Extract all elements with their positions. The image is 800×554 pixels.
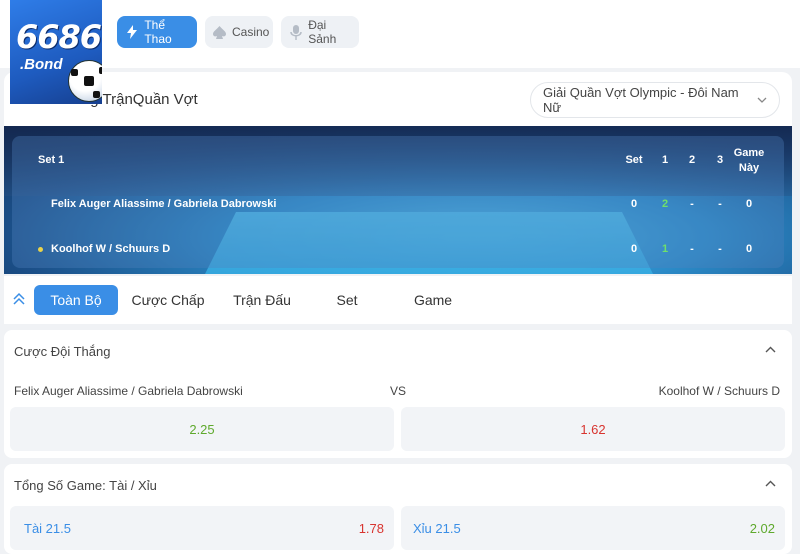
nav-label: Casino bbox=[232, 25, 270, 39]
sets-won: 0 bbox=[630, 198, 638, 210]
chevron-up-icon[interactable] bbox=[765, 344, 776, 356]
column-current-game: Game Này bbox=[733, 147, 765, 174]
column-set-2: 2 bbox=[688, 154, 696, 166]
serving-indicator-icon bbox=[38, 247, 43, 252]
logo-subtext: .Bond bbox=[20, 56, 63, 73]
tab-handicap[interactable]: Cược Chấp bbox=[128, 285, 208, 315]
market-title: Tổng Số Game: Tài / Xỉu bbox=[14, 478, 157, 493]
away-team-name: Koolhof W / Schuurs D bbox=[658, 384, 780, 398]
set-label: Set 1 bbox=[38, 154, 65, 166]
set-1-score: 1 bbox=[661, 243, 669, 255]
spade-icon bbox=[213, 24, 226, 40]
nav-casino-button[interactable]: Casino bbox=[205, 16, 273, 48]
team-name: Koolhof W / Schuurs D bbox=[51, 243, 171, 255]
odds-value: 2.02 bbox=[749, 520, 775, 536]
scoreboard-banner: Set 1 Set 1 2 3 Game Này Felix Auger Ali… bbox=[4, 126, 792, 274]
versus-label: VS bbox=[390, 384, 407, 398]
set-2-score: - bbox=[690, 243, 694, 255]
soccer-ball-icon bbox=[68, 60, 102, 102]
brand-logo[interactable]: 6686 .Bond bbox=[10, 0, 102, 104]
tab-game[interactable]: Game bbox=[404, 285, 462, 315]
odds-value: 1.62 bbox=[580, 421, 606, 437]
set-1-score: 2 bbox=[661, 198, 669, 210]
collapse-up-icon[interactable] bbox=[12, 292, 26, 306]
over-odds-button[interactable]: Tài 21.5 1.78 bbox=[10, 506, 394, 550]
scoreboard-row: Felix Auger Aliassime / Gabriela Dabrows… bbox=[12, 194, 784, 214]
column-set: Set bbox=[625, 154, 643, 166]
odds-value: 2.25 bbox=[189, 421, 215, 437]
set-3-score: - bbox=[718, 243, 722, 255]
set-3-score: - bbox=[718, 198, 722, 210]
set-2-score: - bbox=[690, 198, 694, 210]
logo-text: 6686 bbox=[16, 18, 102, 56]
chevron-up-icon[interactable] bbox=[765, 478, 776, 490]
home-team-name: Felix Auger Aliassime / Gabriela Dabrows… bbox=[14, 384, 243, 398]
tab-all[interactable]: Toàn Bộ bbox=[34, 285, 118, 315]
scoreboard-row: Koolhof W / Schuurs D 0 1 - - 0 bbox=[12, 239, 784, 259]
scoreboard-header-row: Set 1 Set 1 2 3 Game Này bbox=[12, 147, 784, 174]
over-label: Tài 21.5 bbox=[24, 520, 71, 536]
chevron-down-icon bbox=[757, 95, 767, 106]
microphone-icon bbox=[289, 24, 302, 40]
column-set-3: 3 bbox=[716, 154, 724, 166]
home-odds-button[interactable]: 2.25 bbox=[10, 407, 394, 451]
odds-value: 1.78 bbox=[358, 520, 384, 536]
nav-label: Thể Thao bbox=[144, 18, 172, 46]
match-header: Trong TrậnQuần Vợt Giải Quần Vợt Olympic… bbox=[4, 72, 792, 128]
nav-label: Đại Sảnh bbox=[308, 18, 337, 46]
nav-sports-button[interactable]: Thể Thao bbox=[117, 16, 197, 48]
nav-lobby-button[interactable]: Đại Sảnh bbox=[281, 16, 359, 48]
scoreboard: Set 1 Set 1 2 3 Game Này Felix Auger Ali… bbox=[12, 136, 784, 268]
current-game-score: 0 bbox=[745, 243, 753, 255]
under-label: Xỉu 21.5 bbox=[413, 520, 461, 536]
current-game-score: 0 bbox=[745, 198, 753, 210]
tab-match[interactable]: Trận Đấu bbox=[220, 285, 304, 315]
market-tabs: Toàn Bộ Cược Chấp Trận Đấu Set Game bbox=[4, 276, 792, 324]
lightning-icon bbox=[125, 24, 138, 40]
tab-set[interactable]: Set bbox=[322, 285, 372, 315]
total-games-market-panel: Tổng Số Game: Tài / Xỉu Tài 21.5 1.78 Xỉ… bbox=[4, 464, 792, 554]
top-bar: 6686 .Bond Thể Thao Casino Đại Sảnh bbox=[0, 0, 800, 104]
league-name: Giải Quần Vợt Olympic - Đôi Nam Nữ bbox=[543, 85, 739, 115]
market-title: Cược Đội Thắng bbox=[14, 344, 111, 359]
team-name: Felix Auger Aliassime / Gabriela Dabrows… bbox=[51, 198, 277, 210]
sets-won: 0 bbox=[630, 243, 638, 255]
column-set-1: 1 bbox=[661, 154, 669, 166]
winner-market-panel: Cược Đội Thắng Felix Auger Aliassime / G… bbox=[4, 330, 792, 458]
league-select[interactable]: Giải Quần Vợt Olympic - Đôi Nam Nữ bbox=[530, 82, 780, 118]
away-odds-button[interactable]: 1.62 bbox=[401, 407, 785, 451]
under-odds-button[interactable]: Xỉu 21.5 2.02 bbox=[401, 506, 785, 550]
